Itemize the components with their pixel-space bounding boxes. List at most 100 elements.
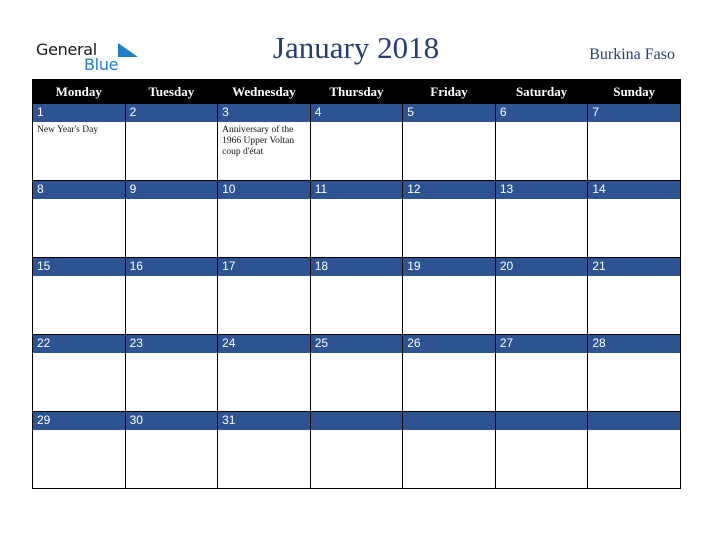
day-number: 4 <box>310 104 403 122</box>
day-cell[interactable]: 26 <box>402 334 496 412</box>
holiday-label <box>588 199 680 202</box>
day-cell[interactable]: 19 <box>402 257 496 335</box>
day-number: 5 <box>403 104 495 122</box>
holiday-label <box>126 122 218 125</box>
day-number: 19 <box>403 258 495 276</box>
week-row: 8 9 10 11 12 13 14 <box>32 180 681 258</box>
day-cell[interactable]: 5 <box>402 103 496 181</box>
holiday-label <box>496 122 588 125</box>
holiday-label <box>496 199 588 202</box>
day-cell[interactable]: 6 <box>494 103 589 181</box>
day-cell[interactable]: 9 <box>124 180 219 258</box>
day-cell[interactable]: 15 <box>32 257 126 335</box>
day-number: 14 <box>588 181 680 199</box>
day-cell[interactable] <box>309 411 404 489</box>
day-number: 10 <box>218 181 310 199</box>
holiday-label: Anniversary of the 1966 Upper Voltan cou… <box>222 125 295 157</box>
holiday-label <box>126 199 218 202</box>
day-number: 21 <box>588 258 680 276</box>
day-cell[interactable]: 18 <box>309 257 404 335</box>
holiday-label <box>311 199 403 202</box>
day-cell[interactable]: 25 <box>309 334 404 412</box>
day-cell[interactable]: 4 <box>309 103 404 181</box>
day-cell[interactable]: 16 <box>124 257 219 335</box>
holiday-label <box>588 353 680 356</box>
day-number: 23 <box>125 335 218 353</box>
day-cell[interactable] <box>587 411 681 489</box>
holiday-label <box>311 276 403 279</box>
day-cell[interactable]: 14 <box>587 180 681 258</box>
holiday-label <box>496 430 588 433</box>
holiday-label <box>126 430 218 433</box>
day-cell[interactable]: 17 <box>217 257 311 335</box>
day-number: 8 <box>33 181 125 199</box>
day-cell[interactable]: 23 <box>124 334 219 412</box>
holiday-label <box>311 430 403 433</box>
day-cell[interactable] <box>402 411 496 489</box>
weekday-header: Friday <box>402 79 496 104</box>
holiday-label <box>403 276 495 279</box>
day-number: 6 <box>495 104 588 122</box>
day-number: 18 <box>310 258 403 276</box>
day-cell[interactable]: 1 New Year's Day <box>32 103 126 181</box>
day-cell[interactable]: 2 <box>124 103 219 181</box>
day-number: 31 <box>218 412 310 430</box>
day-number <box>403 412 495 430</box>
holiday-label: New Year's Day <box>37 125 99 135</box>
day-number: 26 <box>403 335 495 353</box>
day-cell[interactable]: 29 <box>32 411 126 489</box>
holiday-label <box>403 199 495 202</box>
country-label: Burkina Faso <box>589 46 675 63</box>
day-number: 30 <box>125 412 218 430</box>
holiday-label <box>588 122 680 125</box>
day-cell[interactable]: 11 <box>309 180 404 258</box>
holiday-label <box>588 276 680 279</box>
weekday-header: Sunday <box>587 79 681 104</box>
weekday-header: Monday <box>32 79 126 104</box>
week-row: 1 New Year's Day 2 3 Anniversary of the 1966… <box>32 103 681 181</box>
day-cell[interactable]: 22 <box>32 334 126 412</box>
day-cell[interactable]: 24 <box>217 334 311 412</box>
day-cell[interactable]: 28 <box>587 334 681 412</box>
weekday-header: Saturday <box>494 79 589 104</box>
weekday-header: Thursday <box>309 79 404 104</box>
weekday-header: Tuesday <box>124 79 219 104</box>
day-cell[interactable]: 31 <box>217 411 311 489</box>
day-number: 16 <box>125 258 218 276</box>
holiday-label <box>588 430 680 433</box>
day-number: 28 <box>588 335 680 353</box>
holiday-label <box>403 430 495 433</box>
day-number: 15 <box>33 258 125 276</box>
holiday-label <box>218 199 310 202</box>
day-cell[interactable]: 7 <box>587 103 681 181</box>
day-number: 24 <box>218 335 310 353</box>
holiday-label <box>496 353 588 356</box>
day-number: 13 <box>495 181 588 199</box>
day-cell[interactable]: 27 <box>494 334 589 412</box>
holiday-label <box>33 276 125 279</box>
day-cell[interactable]: 3 Anniversary of the 1966 Upper Voltan co… <box>217 103 311 181</box>
day-number: 7 <box>588 104 680 122</box>
day-cell[interactable] <box>494 411 589 489</box>
day-cell[interactable]: 12 <box>402 180 496 258</box>
week-row: 15 16 17 18 19 20 21 <box>32 257 681 335</box>
day-cell[interactable]: 20 <box>494 257 589 335</box>
day-number <box>310 412 403 430</box>
day-cell[interactable]: 10 <box>217 180 311 258</box>
holiday-label <box>33 430 125 433</box>
day-number <box>495 412 588 430</box>
holiday-label <box>496 276 588 279</box>
day-number: 1 <box>33 104 125 122</box>
day-number: 20 <box>495 258 588 276</box>
holiday-label <box>218 430 310 433</box>
day-number: 22 <box>33 335 125 353</box>
holiday-label <box>33 199 125 202</box>
day-number: 2 <box>125 104 218 122</box>
day-cell[interactable]: 13 <box>494 180 589 258</box>
day-cell[interactable]: 30 <box>124 411 219 489</box>
week-row: 29 30 31 <box>32 411 681 489</box>
day-number: 12 <box>403 181 495 199</box>
day-cell[interactable]: 21 <box>587 257 681 335</box>
day-cell[interactable]: 8 <box>32 180 126 258</box>
day-number <box>588 412 680 430</box>
